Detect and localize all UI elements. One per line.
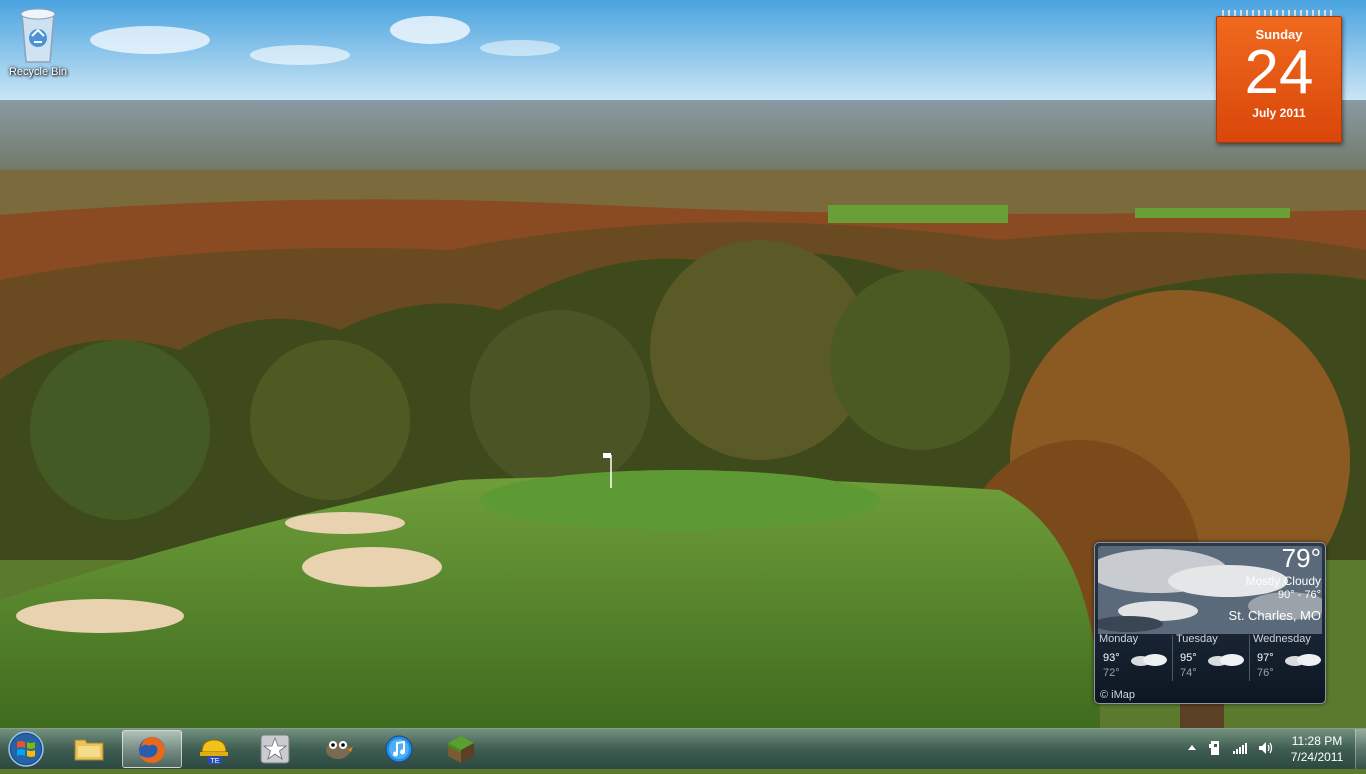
gimp-icon (326, 741, 353, 759)
taskbar-itunes[interactable] (370, 730, 428, 766)
forecast-high: 97° (1257, 652, 1274, 664)
start-button[interactable] (4, 729, 48, 769)
action-center-icon[interactable] (1208, 739, 1222, 757)
star-icon (260, 734, 290, 764)
cloudy-icon (1131, 654, 1167, 666)
forecast-day: Wednesday 97° 76° (1253, 633, 1325, 685)
network-signal-icon[interactable] (1232, 741, 1248, 755)
forecast-high: 95° (1180, 652, 1197, 664)
hardhat-icon: TE (200, 739, 228, 765)
current-condition: Mostly Cloudy (1245, 574, 1321, 588)
forecast-day-name: Tuesday (1176, 633, 1218, 645)
forecast-day: Tuesday 95° 74° (1176, 633, 1250, 685)
calendar-month-year: July 2011 (1252, 106, 1306, 120)
recycle-bin-label: Recycle Bin (8, 66, 68, 78)
taskbar-minecraft[interactable] (432, 730, 490, 766)
calendar-page: Sunday 24 July 2011 (1216, 16, 1342, 143)
clock-time: 11:28 PM (1291, 734, 1343, 748)
taskbar-windows-explorer[interactable] (60, 730, 118, 766)
calendar-day: 24 (1244, 38, 1314, 107)
calendar-gadget[interactable]: Sunday 24 July 2011 (1216, 10, 1342, 143)
forecast-day-name: Wednesday (1253, 633, 1311, 645)
weather-location: St. Charles, MO (1228, 608, 1321, 623)
forecast-low: 72° (1103, 667, 1120, 679)
current-temperature: 79° (1281, 543, 1321, 573)
forecast-day-name: Monday (1099, 633, 1139, 645)
cloudy-icon (1285, 654, 1321, 666)
itunes-icon (385, 735, 413, 763)
show-desktop-button[interactable] (1355, 729, 1366, 769)
clock-date: 7/24/2011 (1290, 750, 1344, 764)
volume-icon[interactable] (1258, 741, 1274, 755)
forecast-day: Monday 93° 72° (1099, 633, 1173, 685)
weather-gadget[interactable]: 79° Mostly Cloudy 90° - 76° St. Charles,… (1094, 542, 1326, 704)
taskbar: TE 11:28 PM 7/24/2011 (0, 728, 1366, 769)
minecraft-icon (448, 736, 474, 763)
forecast-high: 93° (1103, 652, 1120, 664)
desktop-icon-recycle-bin[interactable]: Recycle Bin (4, 6, 72, 78)
cloudy-icon (1208, 654, 1244, 666)
folder-icon (74, 739, 104, 761)
forecast-divider (1249, 635, 1250, 681)
forecast-low: 74° (1180, 667, 1197, 679)
temperature-range: 90° - 76° (1277, 589, 1321, 601)
taskbar-gimp[interactable] (308, 730, 366, 766)
svg-text:TE: TE (211, 758, 220, 765)
forecast-divider (1172, 635, 1173, 681)
taskbar-firefox[interactable] (122, 730, 182, 768)
forecast-low: 76° (1257, 667, 1274, 679)
taskbar-construction-app[interactable]: TE (184, 730, 242, 766)
taskbar-favorites[interactable] (246, 730, 304, 766)
windows-logo-icon (8, 731, 44, 767)
show-hidden-icons-arrow-icon[interactable] (1186, 741, 1198, 753)
weather-credit: © iMap (1100, 689, 1136, 701)
taskbar-clock[interactable]: 11:28 PM 7/24/2011 (1282, 733, 1352, 765)
firefox-icon (139, 737, 165, 763)
recycle-bin-icon (14, 6, 62, 64)
